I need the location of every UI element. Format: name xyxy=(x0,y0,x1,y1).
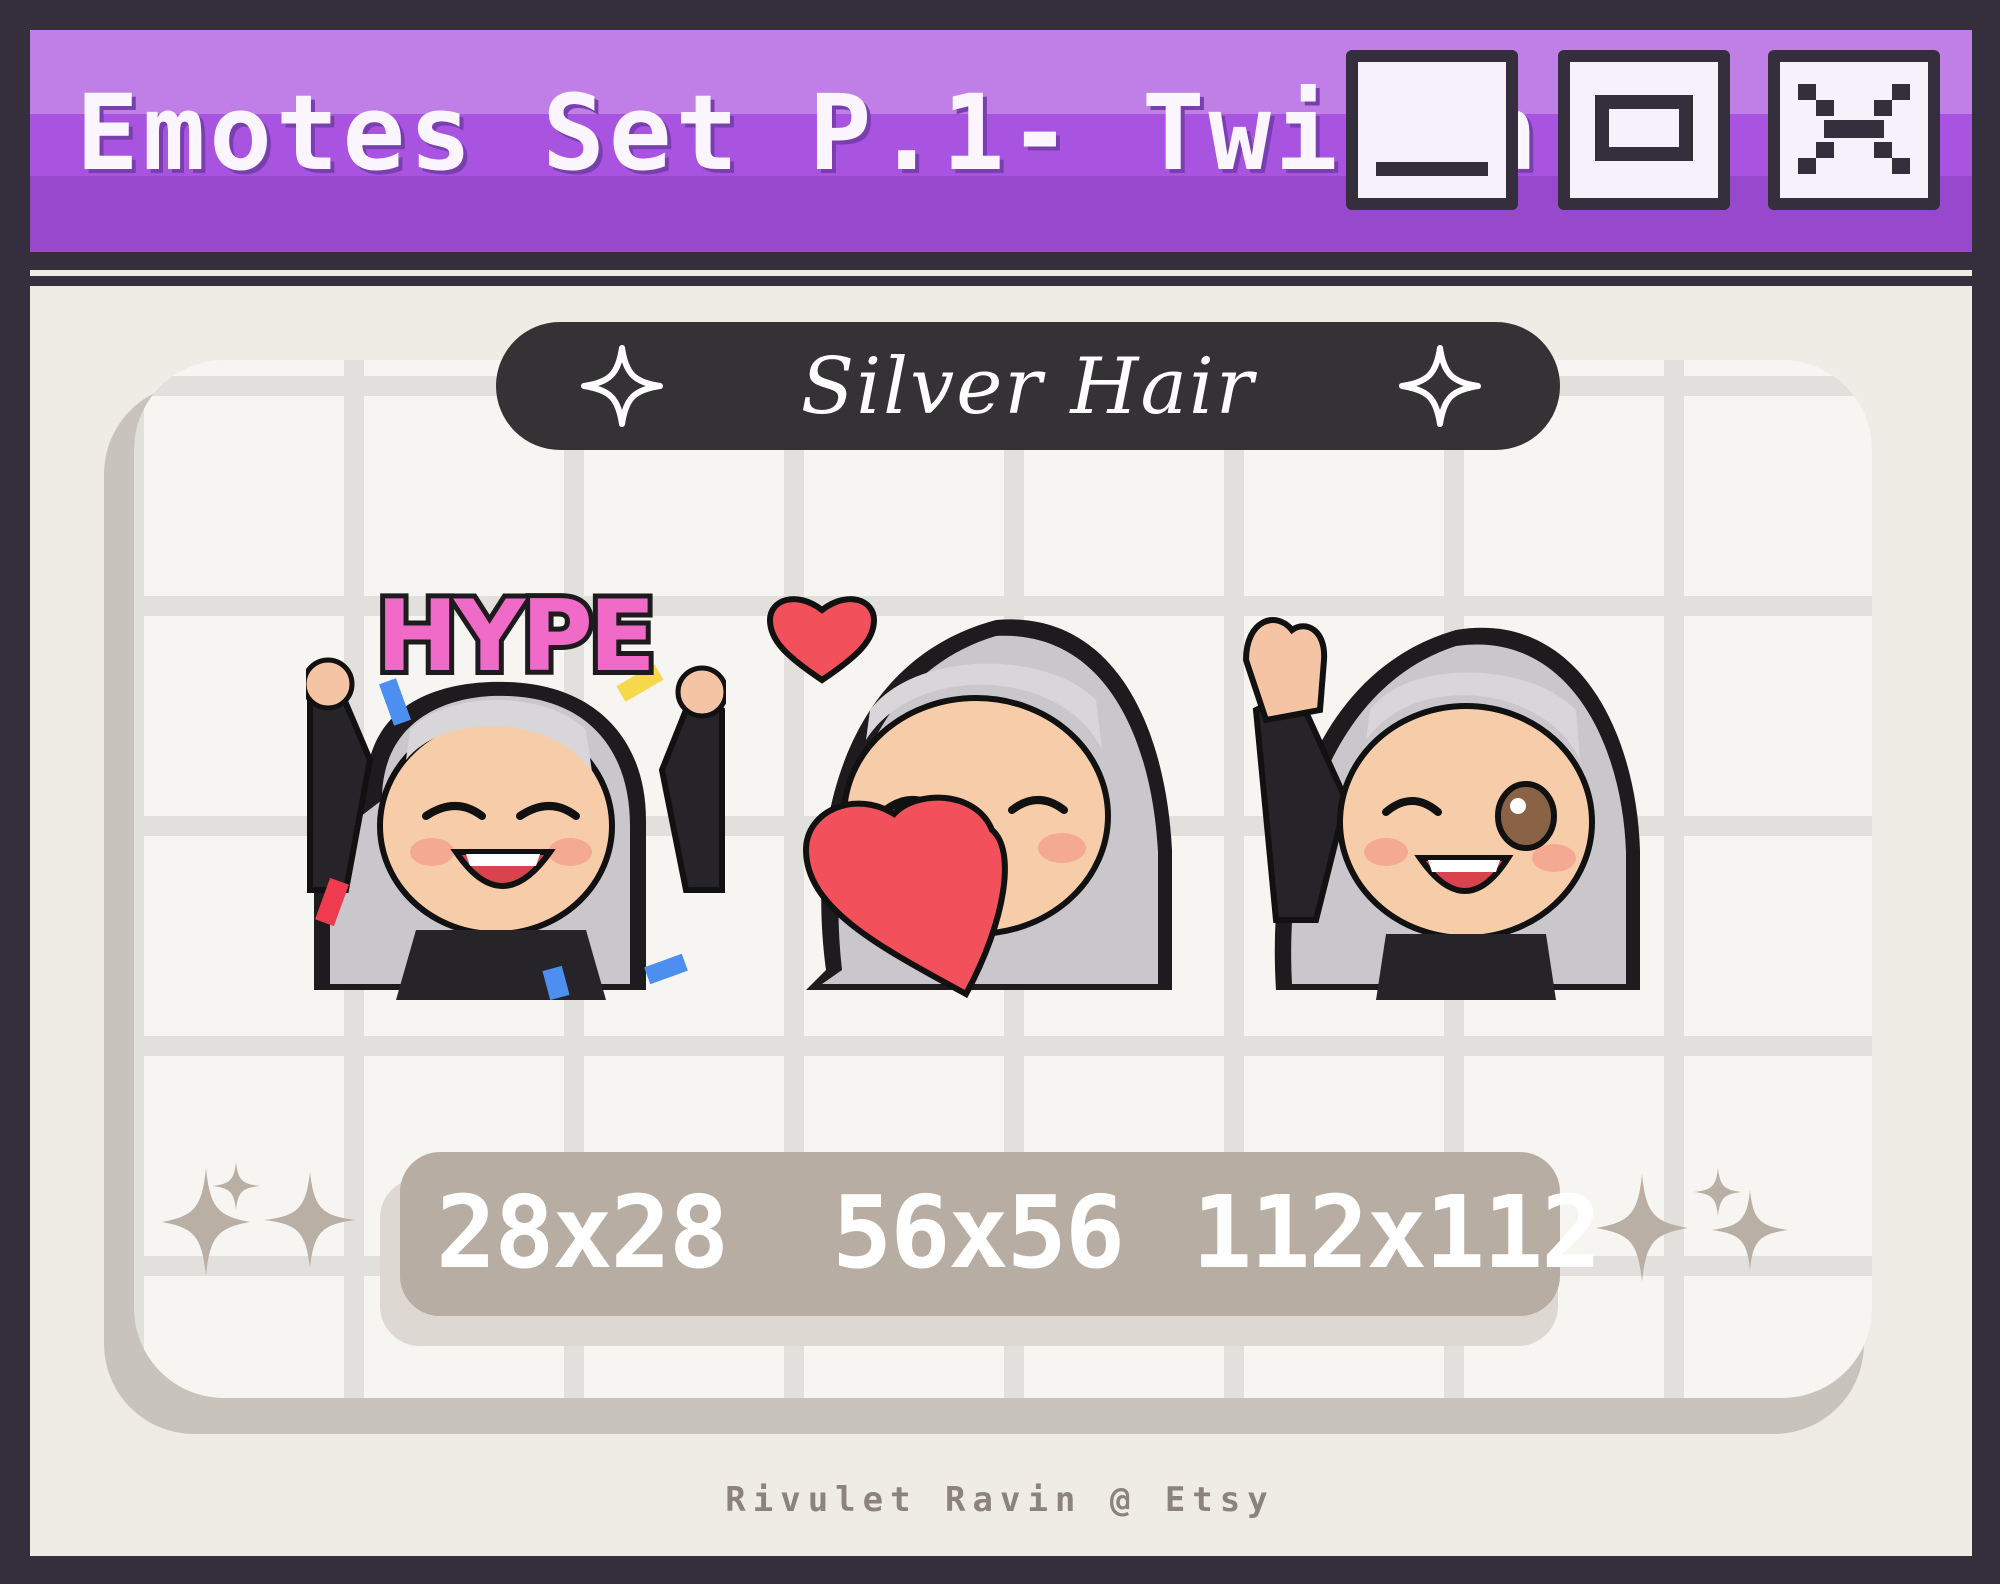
size-label-medium: 56x56 xyxy=(832,1174,1125,1291)
maximize-icon xyxy=(1595,95,1693,161)
sparkle-left-icon xyxy=(162,1162,356,1276)
window-titlebar[interactable]: Emotes Set P.1- Twitch xyxy=(30,30,1972,252)
size-label-large: 112x112 xyxy=(1192,1174,1601,1291)
size-label-small: 28x28 xyxy=(436,1174,729,1291)
heart-icon xyxy=(766,596,878,684)
emote-hype[interactable]: HYPE xyxy=(306,590,726,1000)
close-icon xyxy=(1798,84,1910,174)
close-button[interactable] xyxy=(1768,50,1940,210)
minimize-button[interactable] xyxy=(1346,50,1518,210)
header-pill: Silver Hair xyxy=(496,322,1560,450)
emote-wave[interactable] xyxy=(1236,590,1656,1000)
four-point-star-icon xyxy=(1399,345,1481,427)
window-title: Emotes Set P.1- Twitch xyxy=(76,72,1542,194)
hype-emote-illustration: HYPE xyxy=(306,590,726,1000)
heart-emote-illustration xyxy=(766,596,1172,999)
sparkle-right-icon xyxy=(1596,1168,1788,1282)
maximize-button[interactable] xyxy=(1558,50,1730,210)
titlebar-separator xyxy=(30,252,1972,282)
wave-emote-illustration xyxy=(1242,617,1640,1000)
sizes-pill: 28x28 56x56 112x112 xyxy=(400,1152,1601,1316)
minimize-icon xyxy=(1376,162,1488,176)
separator-line xyxy=(30,270,1972,276)
footer-credit: Rivulet Ravin @ Etsy xyxy=(725,1480,1275,1520)
emote-heart[interactable] xyxy=(766,590,1186,1000)
hype-caption: HYPE xyxy=(376,590,652,694)
